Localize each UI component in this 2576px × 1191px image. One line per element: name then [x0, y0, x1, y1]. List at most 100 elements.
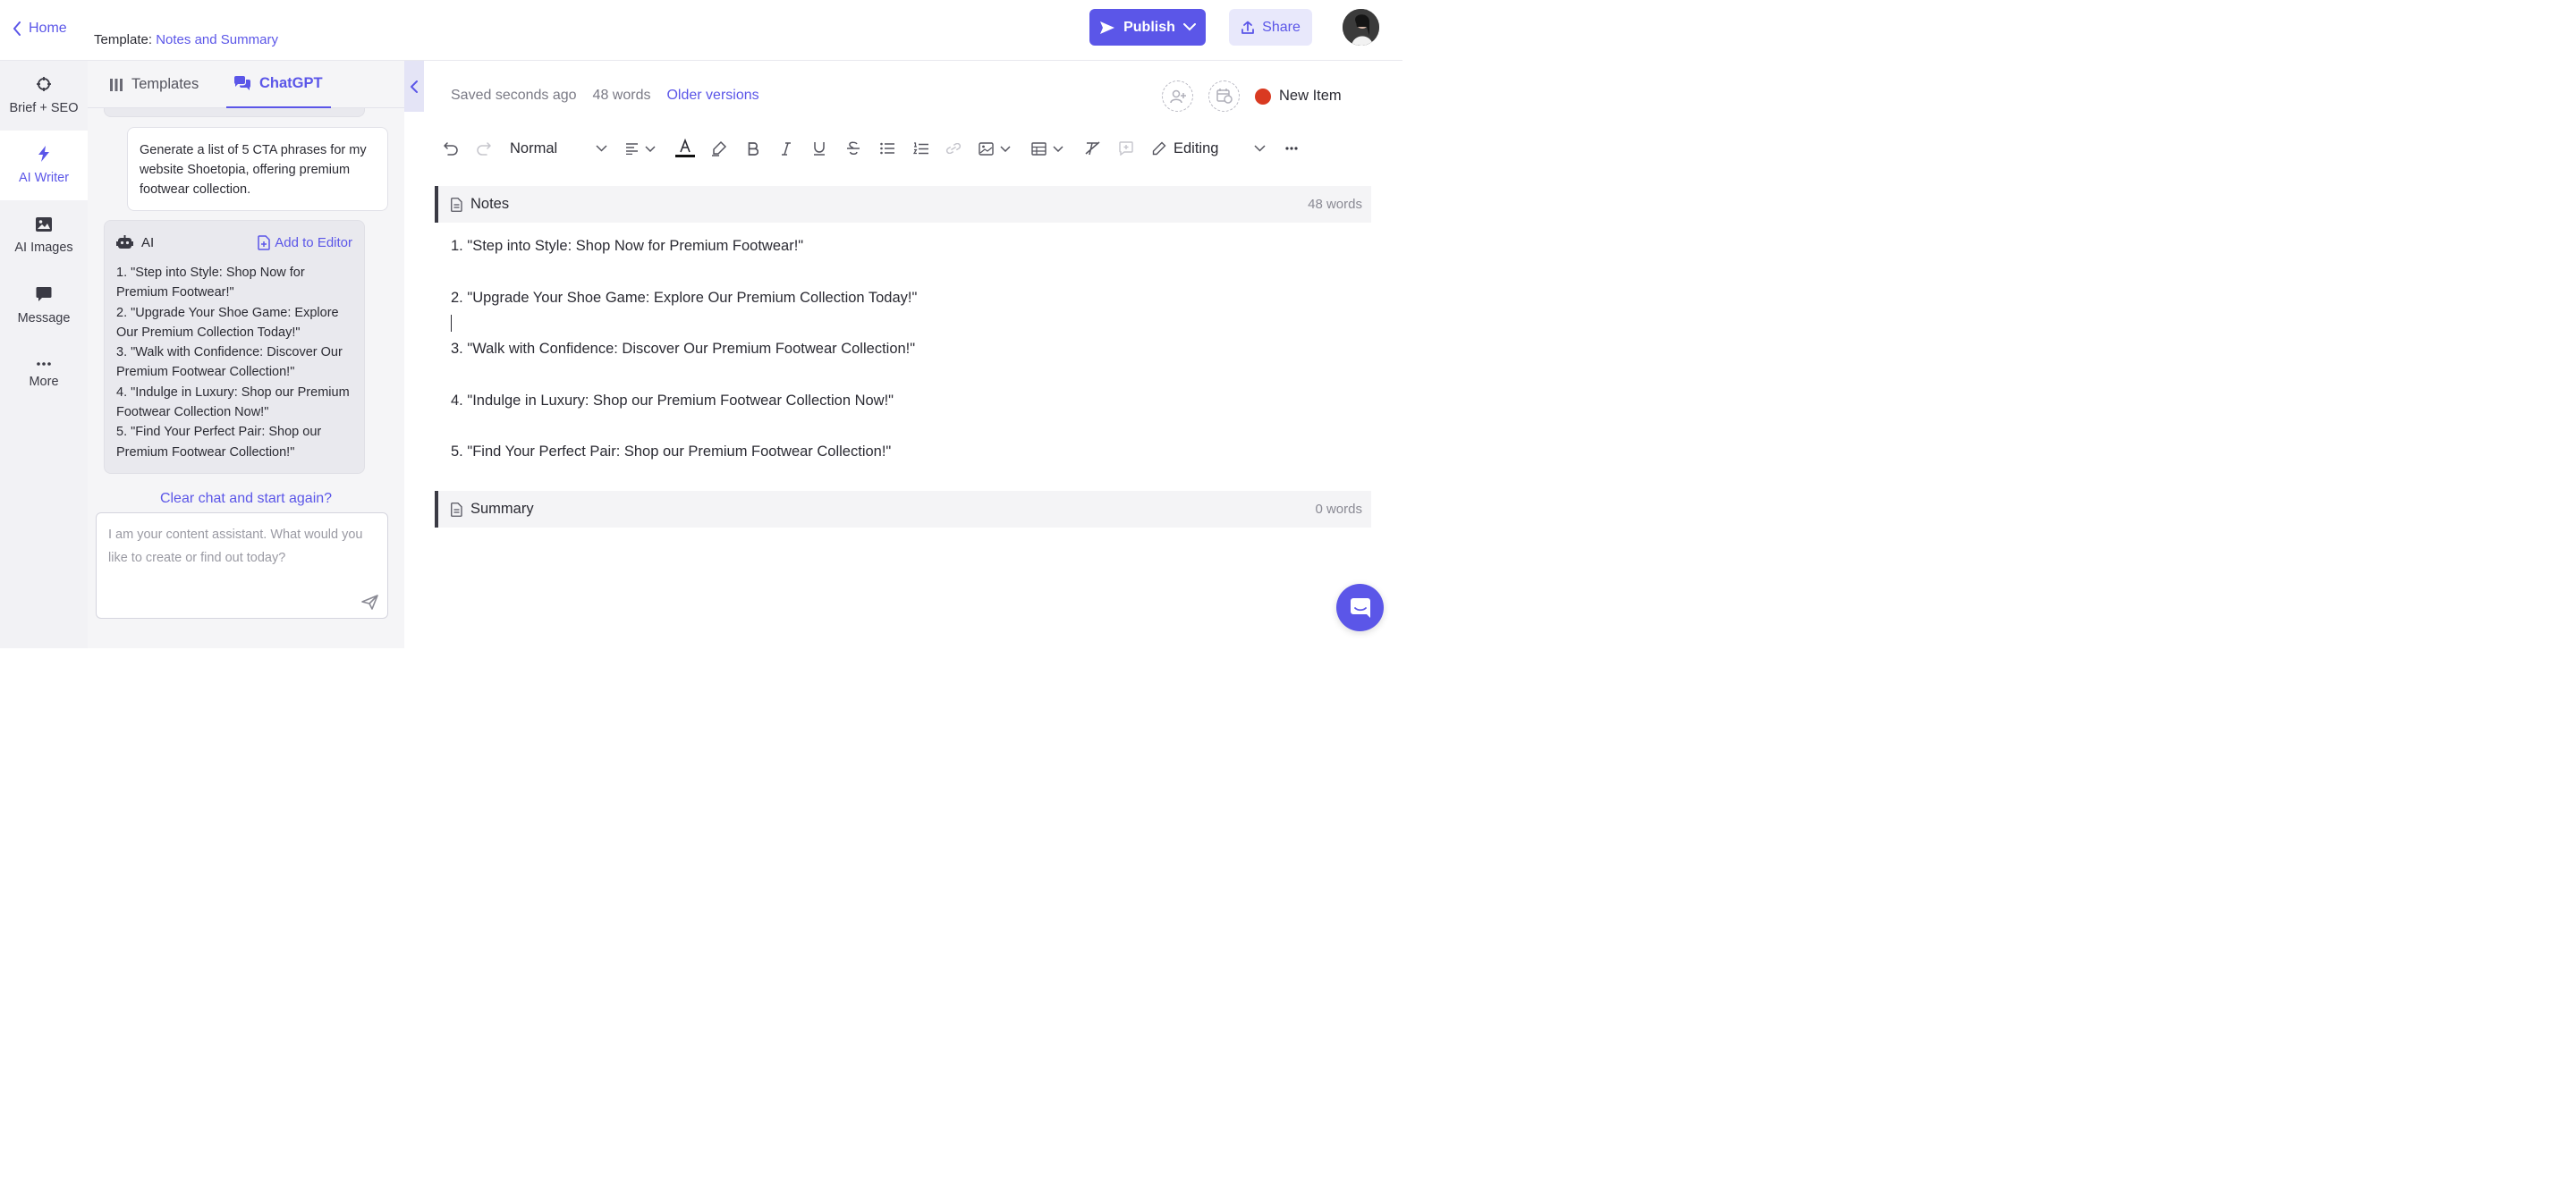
insert-image-select[interactable]: [976, 135, 1013, 162]
share-button[interactable]: Share: [1229, 9, 1312, 46]
rail-label: Brief + SEO: [9, 101, 79, 115]
add-to-editor-label: Add to Editor: [275, 234, 352, 250]
user-avatar[interactable]: [1343, 9, 1379, 46]
strikethrough-button[interactable]: [843, 135, 864, 162]
numbered-list-icon: [912, 141, 928, 156]
strikethrough-icon: [846, 141, 860, 156]
document-meta: Saved seconds ago 48 words Older version…: [451, 88, 759, 106]
editing-mode-label: Editing: [1174, 139, 1219, 156]
add-to-editor-button[interactable]: Add to Editor: [258, 235, 352, 250]
send-message-icon[interactable]: [361, 595, 378, 610]
tab-label: ChatGPT: [259, 75, 323, 91]
template-indicator: Template: Notes and Summary: [94, 32, 278, 47]
rail-label: AI Writer: [18, 171, 70, 185]
bold-icon: [748, 141, 758, 156]
undo-button[interactable]: [440, 135, 462, 162]
clear-formatting-button[interactable]: [1082, 135, 1104, 162]
rail-item-ai-writer[interactable]: AI Writer: [0, 131, 88, 200]
numbered-list-button[interactable]: [910, 135, 931, 162]
tab-chatgpt[interactable]: ChatGPT: [226, 61, 331, 108]
insert-table-select[interactable]: [1029, 135, 1066, 162]
ellipsis-icon: [1285, 147, 1298, 150]
assign-user-button[interactable]: [1162, 80, 1193, 112]
chevron-down-icon: [1053, 145, 1063, 152]
highlight-button[interactable]: [708, 135, 730, 162]
home-label: Home: [29, 21, 67, 36]
status-selector[interactable]: New Item: [1255, 88, 1342, 105]
list-item: 2. "Upgrade Your Shoe Game: Explore Our …: [116, 305, 339, 340]
document-line[interactable]: 2. "Upgrade Your Shoe Game: Explore Our …: [451, 290, 917, 307]
top-bar: Home Template: Notes and Summary Publish…: [0, 0, 1402, 61]
image-icon: [979, 141, 994, 156]
editing-mode-select[interactable]: Editing: [1152, 135, 1267, 162]
document-plus-icon: [258, 234, 271, 250]
text-color-button[interactable]: [674, 135, 696, 162]
chat-input[interactable]: [96, 512, 388, 619]
bold-button[interactable]: [742, 135, 764, 162]
clear-chat-link[interactable]: Clear chat and start again?: [88, 491, 404, 507]
columns-icon: [109, 78, 123, 92]
bolt-icon: [38, 146, 50, 162]
robot-icon: [116, 235, 133, 249]
list-item: 3. "Walk with Confidence: Discover Our P…: [116, 345, 343, 380]
comment-plus-icon: [1119, 141, 1133, 156]
saved-status: Saved seconds ago: [451, 88, 577, 103]
bullet-list-button[interactable]: [877, 135, 898, 162]
redo-button[interactable]: [473, 135, 495, 162]
document-line[interactable]: 3. "Walk with Confidence: Discover Our P…: [451, 341, 915, 358]
notes-section-header[interactable]: Notes 48 words: [435, 186, 1371, 223]
left-rail: Brief + SEO AI Writer AI Images Message …: [0, 61, 88, 648]
chat-bubble-icon: [36, 286, 52, 302]
document-line[interactable]: 1. "Step into Style: Shop Now for Premiu…: [451, 238, 803, 255]
document-line[interactable]: 4. "Indulge in Luxury: Shop our Premium …: [451, 393, 894, 410]
ai-label: AI: [141, 234, 155, 250]
ai-response-list: 1. "Step into Style: Shop Now for Premiu…: [116, 263, 352, 462]
clear-format-icon: [1085, 141, 1101, 156]
rail-label: AI Images: [14, 241, 73, 255]
schedule-button[interactable]: [1208, 80, 1240, 112]
word-count: 48 words: [592, 88, 651, 103]
align-left-icon: [625, 142, 639, 155]
align-select[interactable]: [623, 135, 658, 162]
underline-icon: [813, 141, 826, 156]
ellipsis-icon: [37, 362, 51, 366]
underline-button[interactable]: [809, 135, 830, 162]
section-word-count: 48 words: [1308, 197, 1362, 212]
chat-bubble-icon: [1350, 597, 1371, 619]
rail-item-more[interactable]: More: [0, 341, 88, 410]
home-link[interactable]: Home: [13, 19, 67, 38]
publish-button[interactable]: Publish: [1089, 9, 1206, 46]
highlighter-icon: [711, 140, 727, 156]
chevron-down-icon[interactable]: [1182, 23, 1196, 31]
collapse-panel-button[interactable]: [404, 61, 424, 112]
crosshair-icon: [36, 76, 52, 92]
older-versions-link[interactable]: Older versions: [666, 88, 758, 106]
rail-item-message[interactable]: Message: [0, 271, 88, 341]
block-style-select[interactable]: Normal: [510, 135, 610, 162]
document-icon: [451, 502, 462, 517]
publish-label: Publish: [1123, 19, 1175, 35]
link-button[interactable]: [943, 135, 964, 162]
italic-button[interactable]: [775, 135, 797, 162]
document-line[interactable]: 5. "Find Your Perfect Pair: Shop our Pre…: [451, 443, 891, 460]
add-comment-button[interactable]: [1115, 135, 1137, 162]
chat-panel: Templates ChatGPT Generate a list of 5 C…: [88, 61, 404, 648]
more-options-button[interactable]: [1281, 135, 1302, 162]
rail-item-ai-images[interactable]: AI Images: [0, 201, 88, 271]
rail-item-brief-seo[interactable]: Brief + SEO: [0, 61, 88, 131]
link-icon: [945, 143, 962, 154]
chat-icon: [233, 76, 251, 91]
add-user-icon: [1169, 89, 1186, 104]
document-icon: [451, 197, 462, 212]
support-chat-button[interactable]: [1336, 584, 1384, 631]
summary-section-header[interactable]: Summary 0 words: [435, 491, 1371, 528]
block-style-label: Normal: [510, 139, 558, 156]
rail-label: More: [29, 375, 59, 389]
template-name[interactable]: Notes and Summary: [156, 32, 278, 47]
previous-message-edge: [104, 108, 365, 117]
tab-templates[interactable]: Templates: [109, 61, 199, 108]
chevron-down-icon: [645, 145, 656, 152]
status-dot: [1255, 88, 1271, 105]
template-prefix: Template:: [94, 32, 153, 47]
send-icon: [1099, 21, 1115, 35]
